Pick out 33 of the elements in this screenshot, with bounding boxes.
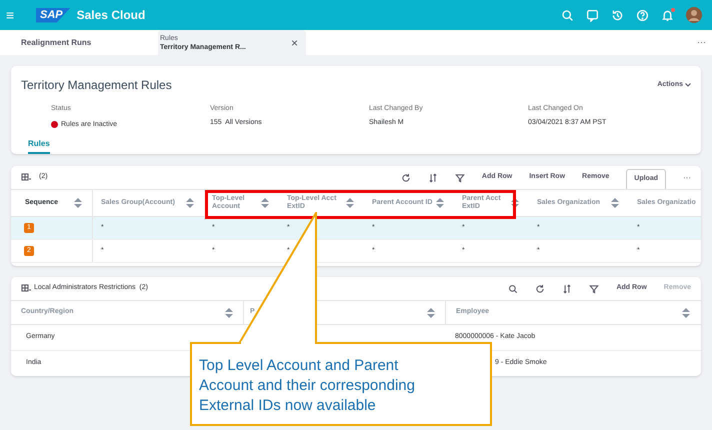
sort-icon[interactable] — [611, 198, 619, 208]
product-name: Sales Cloud — [76, 7, 146, 24]
sort-icon[interactable] — [427, 308, 435, 318]
logo[interactable]: SAP — [36, 8, 71, 22]
callout-text: Top Level Account and Parent Account and their corresponding External IDs now available — [199, 356, 416, 416]
sort-icon[interactable] — [74, 198, 82, 208]
refresh-icon[interactable] — [400, 172, 411, 182]
refresh-icon[interactable] — [535, 284, 546, 294]
history-icon[interactable] — [611, 8, 624, 22]
avatar[interactable] — [686, 7, 702, 23]
chat-icon[interactable] — [586, 8, 599, 22]
table-icon[interactable] — [21, 284, 31, 293]
sort-icon[interactable] — [261, 198, 269, 208]
sort-icon[interactable] — [225, 308, 233, 318]
search-icon[interactable] — [508, 284, 518, 294]
close-icon[interactable]: × — [290, 34, 298, 52]
sort-icon[interactable] — [682, 308, 690, 318]
sort-icon[interactable] — [346, 198, 354, 208]
sort-icon[interactable] — [428, 172, 438, 182]
overflow-icon[interactable]: ··· — [683, 172, 691, 184]
page-title: Territory Management Rules — [21, 77, 172, 94]
sort-icon[interactable] — [186, 198, 194, 208]
filter-icon[interactable] — [454, 172, 465, 182]
overflow-icon[interactable]: ··· — [697, 36, 706, 50]
sort-icon[interactable] — [511, 198, 519, 208]
sort-icon[interactable] — [562, 284, 572, 294]
sort-icon[interactable] — [436, 198, 444, 208]
chevron-down-icon[interactable] — [685, 83, 691, 87]
help-icon[interactable] — [636, 8, 649, 22]
section-tab[interactable]: Rules — [28, 138, 50, 154]
filter-icon[interactable] — [589, 284, 600, 294]
table-icon[interactable] — [21, 173, 31, 182]
bell-icon[interactable] — [661, 8, 674, 22]
